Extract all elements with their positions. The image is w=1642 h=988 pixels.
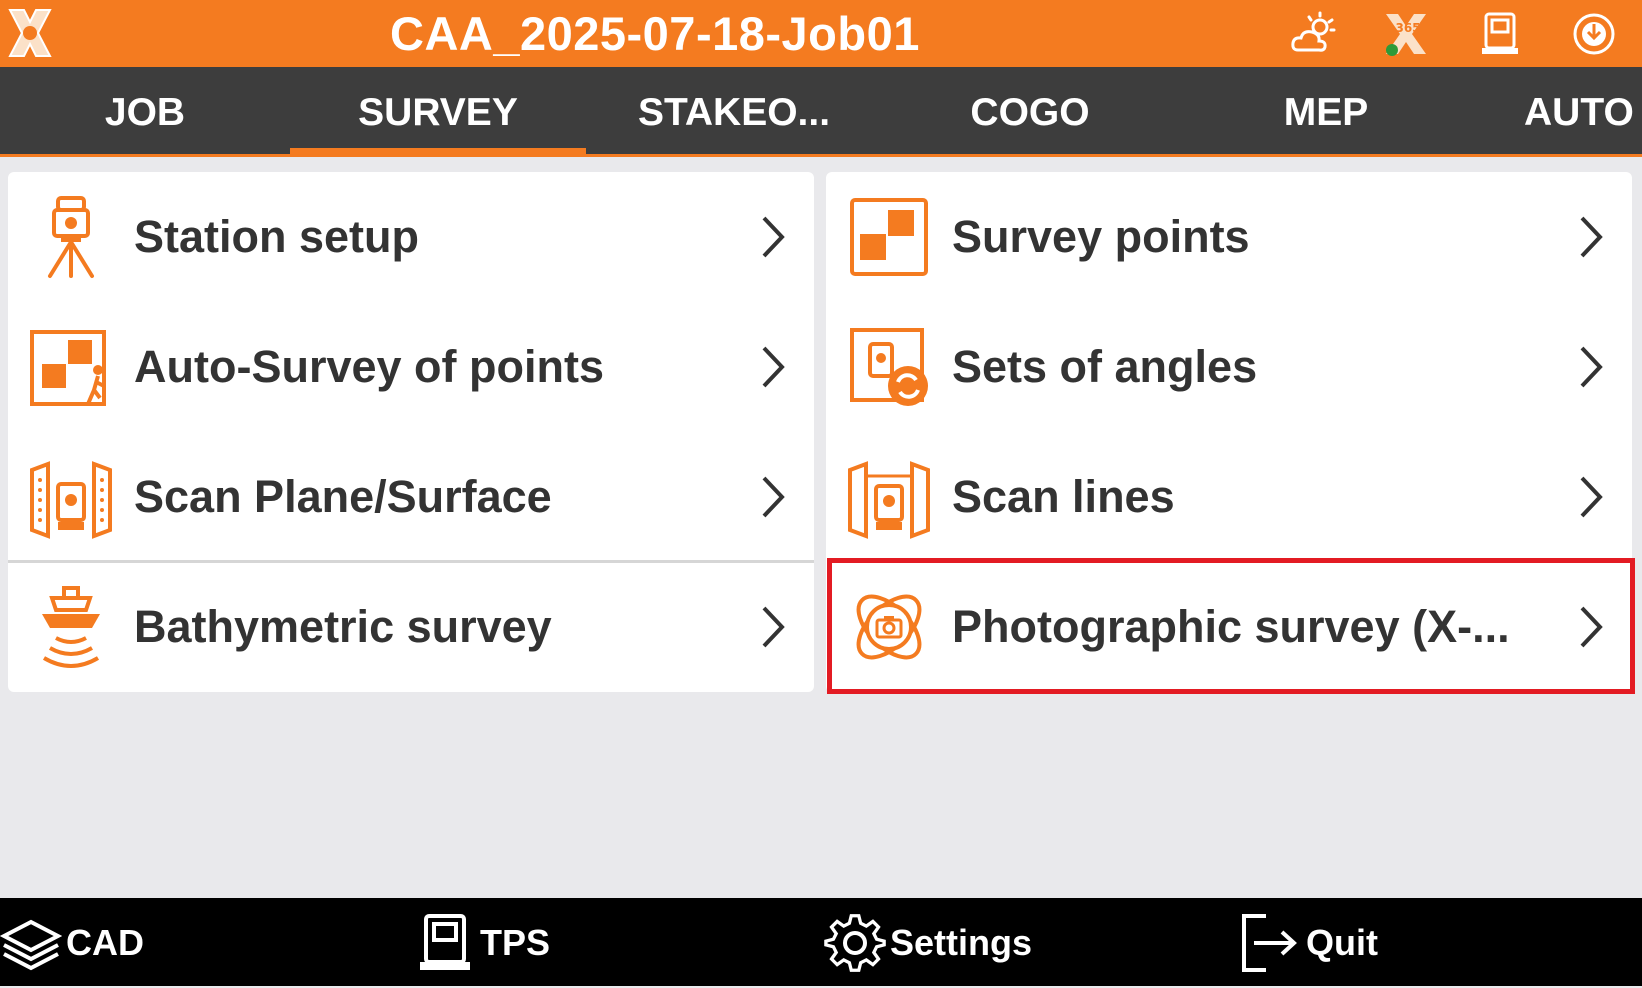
- chevron-right-icon: [762, 606, 785, 648]
- bathymetric-icon: [42, 586, 100, 668]
- menu-item-label: Photographic survey (X-...: [952, 601, 1510, 652]
- title-bar: CAA_2025-07-18-Job01 365: [0, 0, 1642, 67]
- app-logo-icon[interactable]: [6, 6, 54, 60]
- menu-item-auto-survey[interactable]: Auto-Survey of points: [8, 302, 814, 432]
- tab-auto[interactable]: AUTO: [1474, 67, 1642, 154]
- quit-label: Quit: [1306, 922, 1378, 963]
- menu-item-label: Survey points: [952, 211, 1250, 262]
- left-menu-panel: Station setup Auto-Survey of points Scan…: [8, 172, 814, 692]
- menu-item-bathymetric-survey[interactable]: Bathymetric survey: [8, 562, 814, 692]
- right-menu-panel: Survey points Sets of angles Scan lines: [826, 172, 1632, 692]
- chevron-right-icon: [1580, 606, 1603, 648]
- chevron-right-icon: [1580, 216, 1603, 258]
- layers-icon: [0, 919, 62, 971]
- total-station-icon[interactable]: [1476, 10, 1524, 58]
- job-title: CAA_2025-07-18-Job01: [390, 7, 920, 60]
- chevron-right-icon: [1580, 346, 1603, 388]
- connection-icon[interactable]: [1570, 10, 1618, 58]
- bottom-bar: CAD TPS Settings Quit: [0, 898, 1642, 986]
- menu-item-label: Scan lines: [952, 471, 1175, 522]
- tab-bar: JOB SURVEY STAKEO... COGO MEP AUTO: [0, 67, 1642, 157]
- x365-icon[interactable]: 365: [1382, 10, 1430, 58]
- cad-button[interactable]: CAD: [0, 898, 200, 986]
- menu-item-label: Sets of angles: [952, 341, 1258, 392]
- gear-icon: [824, 914, 886, 972]
- tab-job[interactable]: JOB: [0, 67, 290, 154]
- cad-label: CAD: [66, 922, 144, 963]
- chevron-right-icon: [762, 216, 785, 258]
- menu-item-label: Station setup: [134, 211, 420, 262]
- chevron-right-icon: [1580, 476, 1603, 518]
- menu-item-sets-of-angles[interactable]: Sets of angles: [826, 302, 1632, 432]
- tps-button[interactable]: TPS: [414, 898, 614, 986]
- menu-item-label: Bathymetric survey: [134, 601, 552, 652]
- menu-item-survey-points[interactable]: Survey points: [826, 172, 1632, 302]
- chevron-right-icon: [762, 476, 785, 518]
- menu-item-station-setup[interactable]: Station setup: [8, 172, 814, 302]
- photographic-survey-icon: [856, 594, 922, 660]
- menu-item-label: Auto-Survey of points: [134, 341, 604, 392]
- auto-survey-icon: [30, 330, 106, 406]
- sets-of-angles-icon: [850, 328, 928, 406]
- menu-item-label: Scan Plane/Surface: [134, 471, 552, 522]
- settings-label: Settings: [890, 922, 1033, 963]
- station-setup-icon: [48, 196, 94, 278]
- menu-item-scan-lines[interactable]: Scan lines: [826, 432, 1632, 562]
- tps-icon: [420, 914, 470, 970]
- quit-icon: [1242, 914, 1297, 972]
- tab-survey[interactable]: SURVEY: [290, 67, 586, 157]
- x365-badge-text: 365: [1395, 21, 1420, 35]
- tab-cogo[interactable]: COGO: [882, 67, 1178, 154]
- tab-stakeout[interactable]: STAKEO...: [586, 67, 882, 154]
- quit-button[interactable]: Quit: [1240, 898, 1420, 986]
- scan-lines-icon: [848, 461, 930, 539]
- tab-mep[interactable]: MEP: [1178, 67, 1474, 154]
- settings-button[interactable]: Settings: [824, 898, 1064, 986]
- chevron-right-icon: [762, 346, 785, 388]
- survey-points-icon: [850, 198, 928, 276]
- tps-label: TPS: [480, 922, 551, 963]
- menu-item-photographic-survey[interactable]: Photographic survey (X-...: [826, 562, 1632, 692]
- weather-icon[interactable]: [1290, 10, 1338, 58]
- menu-item-scan-plane[interactable]: Scan Plane/Surface: [8, 432, 814, 562]
- scan-plane-icon: [30, 461, 112, 539]
